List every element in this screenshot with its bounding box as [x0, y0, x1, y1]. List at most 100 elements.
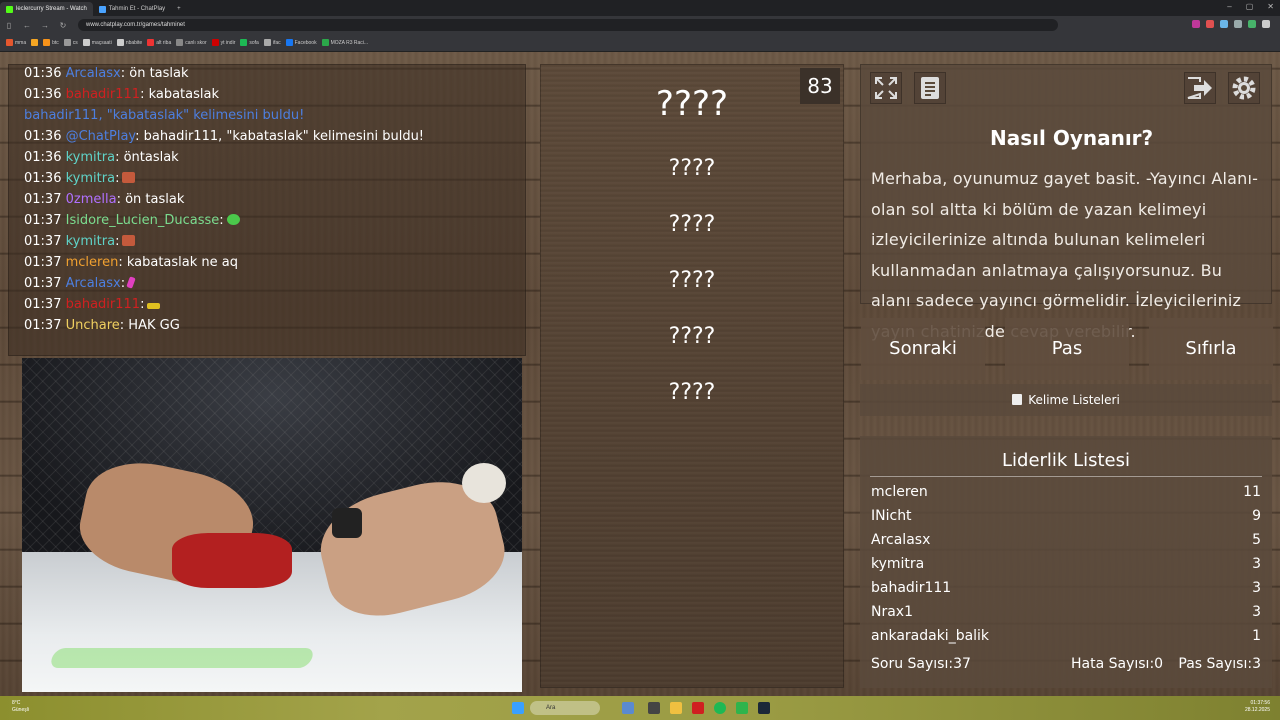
leaderboard-row: Nrax1 3: [871, 604, 1261, 620]
chat-username[interactable]: mcleren: [66, 255, 119, 270]
bookmark-icon: [240, 39, 248, 46]
bookmark-icon: [321, 39, 329, 46]
bookmark-item[interactable]: mma: [6, 39, 26, 46]
window-controls: – ▢ ✕: [1227, 2, 1274, 11]
chat-username[interactable]: bahadir111: [66, 87, 140, 102]
chat-username[interactable]: kymitra: [66, 150, 115, 165]
bookmark-icon: [116, 39, 124, 46]
tab-stream[interactable]: leclercurry Stream - Watch: [0, 2, 93, 16]
bookmark-item[interactable]: Facebook: [285, 39, 317, 46]
extension-icon[interactable]: [1206, 20, 1214, 28]
profile-icon[interactable]: [1262, 20, 1270, 28]
chat-message: 01:36 kymitra: öntaslak: [24, 150, 179, 165]
taskbar-search[interactable]: Ara: [530, 701, 600, 715]
taskbar-app-icon[interactable]: [692, 702, 704, 714]
bookmark-item[interactable]: ifac: [263, 39, 281, 46]
notes-button[interactable]: [914, 72, 946, 104]
chat-username[interactable]: bahadir111: [66, 297, 140, 312]
video-fighter-shorts: [172, 533, 292, 588]
weather-widget[interactable]: 8°C Güneşli: [12, 700, 29, 714]
chat-message: 01:37 bahadir111:: [24, 297, 161, 312]
forbidden-word: ????: [668, 156, 716, 181]
word-list-panel: ???? ???? ???? ???? ???? ????: [540, 64, 844, 688]
bookmark-item[interactable]: canlı skor: [176, 39, 207, 46]
taskbar-app-icon[interactable]: [622, 702, 634, 714]
next-button[interactable]: Sonraki: [861, 318, 985, 380]
address-bar-row: ▯ ← → ↻ www.chatplay.com.tr/games/tahmin…: [0, 16, 1280, 34]
bookmark-item[interactable]: MOZA R3 Raci...: [321, 39, 368, 46]
chat-username[interactable]: Arcalasx: [66, 276, 121, 291]
tab-chatplay[interactable]: Tahmin Et - ChatPlay: [93, 2, 171, 16]
bookmark-item[interactable]: cs: [63, 39, 78, 46]
emote-icon: [147, 303, 161, 309]
chat-message: 01:37 mcleren: kabataslak ne aq: [24, 255, 238, 270]
maximize-icon[interactable]: ▢: [1246, 2, 1254, 11]
forbidden-word: ????: [668, 212, 716, 237]
emote-icon: [122, 235, 136, 246]
exit-button[interactable]: [1184, 72, 1216, 104]
chat-username[interactable]: Arcalasx: [66, 66, 121, 81]
bookmark-icon: [263, 39, 271, 46]
leaderboard-row: ankaradaki_balik 1: [871, 628, 1261, 644]
bookmark-item[interactable]: btc: [43, 39, 59, 46]
bookmark-icon: [82, 39, 90, 46]
chat-username[interactable]: kymitra: [66, 171, 115, 186]
pass-button[interactable]: Pas: [1005, 318, 1129, 380]
folder-icon[interactable]: [670, 702, 682, 714]
bookmark-item[interactable]: sofa: [240, 39, 259, 46]
reload-icon[interactable]: ↻: [54, 21, 72, 30]
chat-username[interactable]: Isidore_Lucien_Ducasse: [66, 213, 220, 228]
chat-username[interactable]: Unchare: [66, 318, 120, 333]
bookmark-icon: [147, 39, 155, 46]
bookmark-item[interactable]: [31, 39, 39, 46]
bookmark-item[interactable]: nbabite: [116, 39, 142, 46]
taskbar-clock[interactable]: 01:37:56 28.12.2025: [1245, 700, 1270, 714]
video-fighter-head: [462, 463, 506, 503]
chat-username[interactable]: @ChatPlay: [66, 129, 136, 144]
close-icon[interactable]: ✕: [1267, 2, 1274, 11]
extension-icon[interactable]: [1192, 20, 1200, 28]
taskbar-app-icon[interactable]: [648, 702, 660, 714]
leaderboard-row: bahadir111 3: [871, 580, 1261, 596]
leaderboard-row: INicht 9: [871, 508, 1261, 524]
video-glove: [332, 508, 362, 538]
forward-icon[interactable]: →: [36, 21, 54, 30]
start-icon[interactable]: [512, 702, 524, 714]
fullscreen-button[interactable]: [870, 72, 902, 104]
chat-username[interactable]: kymitra: [66, 234, 115, 249]
facebook-icon: [285, 39, 293, 46]
extension-icon[interactable]: [1248, 20, 1256, 28]
spotify-icon[interactable]: [714, 702, 726, 714]
bookmark-item[interactable]: maçsaati: [82, 39, 112, 46]
bookmark-item[interactable]: yt indir: [211, 39, 235, 46]
countdown-timer: 83: [800, 68, 840, 104]
bookmark-icon: [176, 39, 184, 46]
bookmarks-bar: mma btc cs maçsaati nbabite alt riba can…: [0, 34, 1280, 52]
minimize-icon[interactable]: –: [1227, 2, 1231, 11]
extension-icon[interactable]: [1220, 20, 1228, 28]
bookmark-item[interactable]: alt riba: [147, 39, 171, 46]
sidebar-toggle-icon[interactable]: ▯: [0, 21, 18, 30]
word-lists-button[interactable]: Kelime Listeleri: [860, 384, 1272, 416]
steam-icon[interactable]: [758, 702, 770, 714]
tab-label: Tahmin Et - ChatPlay: [108, 6, 166, 12]
taskbar-app-icon[interactable]: [736, 702, 748, 714]
chatplay-page: 01:36 Arcalasx: ön taslak 01:36 bahadir1…: [0, 52, 1280, 696]
url-input[interactable]: www.chatplay.com.tr/games/tahminet: [78, 19, 1058, 31]
chat-message: 01:37 Isidore_Lucien_Ducasse:: [24, 213, 240, 228]
chat-username[interactable]: 0zmella: [66, 192, 117, 207]
question-count: Soru Sayısı:37: [871, 656, 971, 672]
new-tab-button[interactable]: +: [171, 2, 187, 16]
settings-button[interactable]: [1228, 72, 1260, 104]
chat-message: 01:36 Arcalasx: ön taslak: [24, 66, 189, 81]
reset-button[interactable]: Sıfırla: [1149, 318, 1273, 380]
tab-label: leclercurry Stream - Watch: [16, 6, 87, 12]
video-mat-logo: [48, 648, 316, 668]
stream-video[interactable]: [22, 358, 522, 692]
bookmark-icon: [31, 39, 39, 46]
gear-icon: [1232, 76, 1256, 100]
chat-message: 01:37 0zmella: ön taslak: [24, 192, 185, 207]
extension-icon[interactable]: [1234, 20, 1242, 28]
notebook-icon: [1012, 394, 1023, 405]
back-icon[interactable]: ←: [18, 21, 36, 30]
